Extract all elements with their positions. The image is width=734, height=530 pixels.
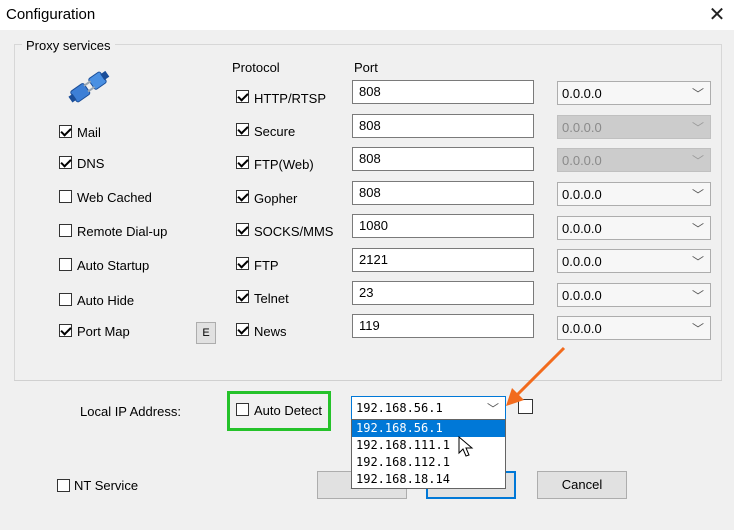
remote-dialup-label: Remote Dial-up: [77, 224, 168, 239]
auto-startup-checkbox[interactable]: [59, 258, 72, 271]
chevron-down-icon: ﹀: [486, 402, 499, 416]
dropdown-option[interactable]: 192.168.56.1: [352, 420, 505, 437]
ip-select-socks-mms[interactable]: 0.0.0.0 ﹀: [557, 216, 711, 240]
dns-label: DNS: [77, 156, 105, 171]
port-input-secure[interactable]: 808: [352, 114, 534, 138]
ip-select-gopher[interactable]: 0.0.0.0 ﹀: [557, 182, 711, 206]
remote-dialup-checkbox[interactable]: [59, 224, 72, 237]
auto-detect-label: Auto Detect: [254, 403, 322, 418]
cancel-button-label: Cancel: [561, 477, 603, 492]
protocol-checkbox-telnet[interactable]: [236, 290, 249, 303]
protocol-label: HTTP/RTSP: [254, 91, 326, 106]
chevron-down-icon: ﹀: [691, 154, 704, 168]
auto-detect-checkbox[interactable]: [236, 403, 249, 416]
chevron-down-icon: ﹀: [691, 121, 704, 135]
ip-select-value: 0.0.0.0: [562, 120, 602, 135]
ip-select-ftp-web: 0.0.0.0 ﹀: [557, 148, 711, 172]
protocol-label: FTP(Web): [254, 157, 314, 172]
chevron-down-icon: ﹀: [691, 188, 704, 202]
separator: [14, 380, 722, 381]
web-cached-label: Web Cached: [77, 190, 152, 205]
nt-service-label: NT Service: [74, 478, 139, 493]
port-input-http-rtsp[interactable]: 808: [352, 80, 534, 104]
port-map-edit-button[interactable]: E: [196, 322, 216, 344]
annotation-arrow-icon: [506, 346, 566, 406]
local-ip-select-value: 192.168.56.1: [356, 401, 443, 415]
title-bar: Configuration ✕: [0, 0, 734, 30]
auto-hide-checkbox[interactable]: [59, 293, 72, 306]
dropdown-option[interactable]: 192.168.112.1: [352, 454, 505, 471]
dns-checkbox[interactable]: [59, 156, 72, 169]
close-icon[interactable]: ✕: [700, 2, 734, 28]
ip-select-value: 0.0.0.0: [562, 187, 602, 202]
chevron-down-icon: ﹀: [691, 289, 704, 303]
protocol-label: News: [254, 324, 287, 339]
ip-select-value: 0.0.0.0: [562, 321, 602, 336]
local-ip-label: Local IP Address:: [80, 404, 181, 419]
ip-select-http-rtsp[interactable]: 0.0.0.0 ﹀: [557, 81, 711, 105]
ip-select-ftp[interactable]: 0.0.0.0 ﹀: [557, 249, 711, 273]
ip-select-value: 0.0.0.0: [562, 221, 602, 236]
nt-service-checkbox[interactable]: [57, 479, 70, 492]
port-map-checkbox[interactable]: [59, 324, 72, 337]
protocol-checkbox-secure[interactable]: [236, 123, 249, 136]
protocol-label: FTP: [254, 258, 279, 273]
port-input-socks-mms[interactable]: 1080: [352, 214, 534, 238]
ip-select-value: 0.0.0.0: [562, 288, 602, 303]
ip-select-telnet[interactable]: 0.0.0.0 ﹀: [557, 283, 711, 307]
chevron-down-icon: ﹀: [691, 87, 704, 101]
port-input-news[interactable]: 119: [352, 314, 534, 338]
port-input-ftp-web[interactable]: 808: [352, 147, 534, 171]
port-input-telnet[interactable]: 23: [352, 281, 534, 305]
ip-select-secure: 0.0.0.0 ﹀: [557, 115, 711, 139]
port-header: Port: [354, 60, 378, 75]
protocol-label: Gopher: [254, 191, 298, 206]
protocol-checkbox-news[interactable]: [236, 323, 249, 336]
mouse-cursor-icon: [458, 436, 474, 457]
protocol-checkbox-ftp-web[interactable]: [236, 156, 249, 169]
ip-select-value: 0.0.0.0: [562, 254, 602, 269]
mail-checkbox[interactable]: [59, 125, 72, 138]
local-ip-select[interactable]: 192.168.56.1 ﹀: [351, 396, 506, 420]
cancel-button[interactable]: Cancel: [537, 471, 627, 499]
mail-label: Mail: [77, 125, 101, 140]
local-ip-dropdown-list: 192.168.56.1 192.168.111.1 192.168.112.1…: [351, 419, 506, 489]
protocol-label: SOCKS/MMS: [254, 224, 334, 239]
protocol-checkbox-gopher[interactable]: [236, 190, 249, 203]
ip-select-value: 0.0.0.0: [562, 86, 602, 101]
port-input-gopher[interactable]: 808: [352, 181, 534, 205]
auto-hide-label: Auto Hide: [77, 293, 135, 308]
protocol-label: Telnet: [254, 291, 289, 306]
ip-select-value: 0.0.0.0: [562, 153, 602, 168]
plug-connector-icon: [68, 70, 110, 103]
chevron-down-icon: ﹀: [691, 222, 704, 236]
group-label: Proxy services: [22, 38, 115, 53]
ip-select-news[interactable]: 0.0.0.0 ﹀: [557, 316, 711, 340]
dropdown-option[interactable]: 192.168.111.1: [352, 437, 505, 454]
chevron-down-icon: ﹀: [691, 255, 704, 269]
chevron-down-icon: ﹀: [691, 322, 704, 336]
protocol-checkbox-http-rtsp[interactable]: [236, 90, 249, 103]
web-cached-checkbox[interactable]: [59, 190, 72, 203]
auto-startup-label: Auto Startup: [77, 258, 150, 273]
protocol-checkbox-socks-mms[interactable]: [236, 223, 249, 236]
port-map-label: Port Map: [77, 324, 130, 339]
protocol-header: Protocol: [232, 60, 280, 75]
window-title: Configuration: [6, 6, 96, 23]
protocol-checkbox-ftp[interactable]: [236, 257, 249, 270]
port-input-ftp[interactable]: 2121: [352, 248, 534, 272]
protocol-label: Secure: [254, 124, 296, 139]
dropdown-option[interactable]: 192.168.18.14: [352, 471, 505, 488]
